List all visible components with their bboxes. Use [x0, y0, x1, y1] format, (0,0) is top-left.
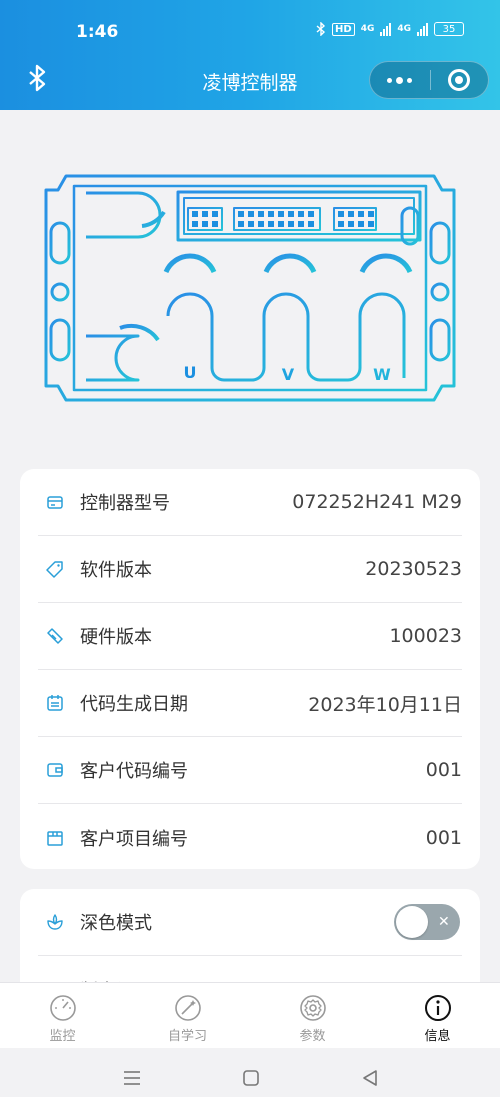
tab-label: 参数 [299, 1029, 326, 1044]
tag-icon [44, 558, 66, 580]
info-label: 软件版本 [80, 560, 152, 581]
signal-connector-pins [192, 211, 374, 227]
calendar-icon [44, 692, 66, 714]
phase-u-label: U [184, 363, 197, 382]
dark-mode-toggle[interactable]: ✕ [394, 904, 460, 940]
battery-level: 35 [442, 23, 456, 35]
tab-parameters[interactable]: 参数 [250, 983, 375, 1048]
tab-label: 监控 [49, 1029, 76, 1044]
back-icon[interactable] [360, 1068, 380, 1088]
info-row-customer-code: 客户代码编号 001 [38, 737, 462, 804]
target-icon [448, 69, 471, 91]
menu-icon[interactable] [122, 1070, 142, 1086]
status-bar: 1:46 HD 4G 4G 35 [0, 0, 500, 60]
info-label: 客户代码编号 [80, 761, 188, 782]
home-icon[interactable] [242, 1069, 260, 1087]
bottom-tab-bar: 监控 自学习 参数 信息 [0, 982, 500, 1048]
info-label: 控制器型号 [80, 493, 170, 514]
info-value: 20230523 [365, 558, 462, 580]
tab-label: 信息 [424, 1029, 451, 1044]
signal-icon-1 [380, 22, 392, 36]
phase-w-label: W [373, 365, 391, 384]
app-header: 1:46 HD 4G 4G 35 凌博控制器 [0, 0, 500, 110]
flower-icon [44, 911, 66, 933]
more-menu-button[interactable] [370, 61, 430, 99]
info-row-model: 控制器型号 072252H241 M29 [38, 469, 462, 536]
info-row-build-date: 代码生成日期 2023年10月11日 [38, 670, 462, 737]
tab-label: 自学习 [167, 1029, 207, 1044]
info-icon [424, 995, 451, 1021]
signal-icon-2 [417, 22, 428, 36]
info-value: 2023年10月11日 [308, 693, 462, 716]
box-icon [44, 827, 66, 849]
controller-illustration: U V W [44, 174, 456, 402]
tab-self-learning[interactable]: 自学习 [125, 983, 250, 1048]
info-value: 072252H241 M29 [292, 491, 462, 513]
info-label: 硬件版本 [80, 627, 152, 648]
status-time: 1:46 [76, 22, 119, 42]
controller-info-card: 控制器型号 072252H241 M29 软件版本 20230523 硬件版本 … [20, 469, 480, 869]
info-value: 001 [425, 826, 462, 849]
info-row-customer-project: 客户项目编号 001 [38, 804, 462, 871]
battery-icon: 35 [434, 22, 464, 36]
info-row-software-version: 软件版本 20230523 [38, 536, 462, 603]
gear-icon [299, 995, 326, 1021]
mini-program-capsule [369, 61, 489, 99]
phase-v-label: V [282, 365, 295, 384]
tab-info[interactable]: 信息 [375, 983, 500, 1048]
card-icon [44, 491, 66, 513]
close-mini-program-button[interactable] [430, 61, 488, 99]
info-label: 代码生成日期 [80, 694, 188, 715]
status-icons: HD 4G 4G 35 [316, 22, 464, 36]
info-value: 100023 [389, 625, 462, 647]
toggle-knob [396, 906, 428, 938]
info-label: 客户项目编号 [80, 828, 188, 850]
wallet-icon [44, 759, 66, 781]
ticket-icon [44, 625, 66, 647]
network-label-1: 4G [360, 24, 375, 34]
network-label-2: 4G [397, 24, 411, 34]
hd-badge: HD [332, 22, 355, 36]
tab-monitor[interactable]: 监控 [0, 983, 125, 1048]
info-value: 001 [425, 759, 462, 781]
system-navigation-bar [0, 1048, 500, 1097]
bluetooth-status-icon [316, 22, 326, 36]
info-row-hardware-version: 硬件版本 100023 [38, 603, 462, 670]
toggle-off-icon: ✕ [438, 914, 450, 930]
magic-wand-icon [174, 995, 201, 1021]
gauge-icon [49, 995, 76, 1021]
